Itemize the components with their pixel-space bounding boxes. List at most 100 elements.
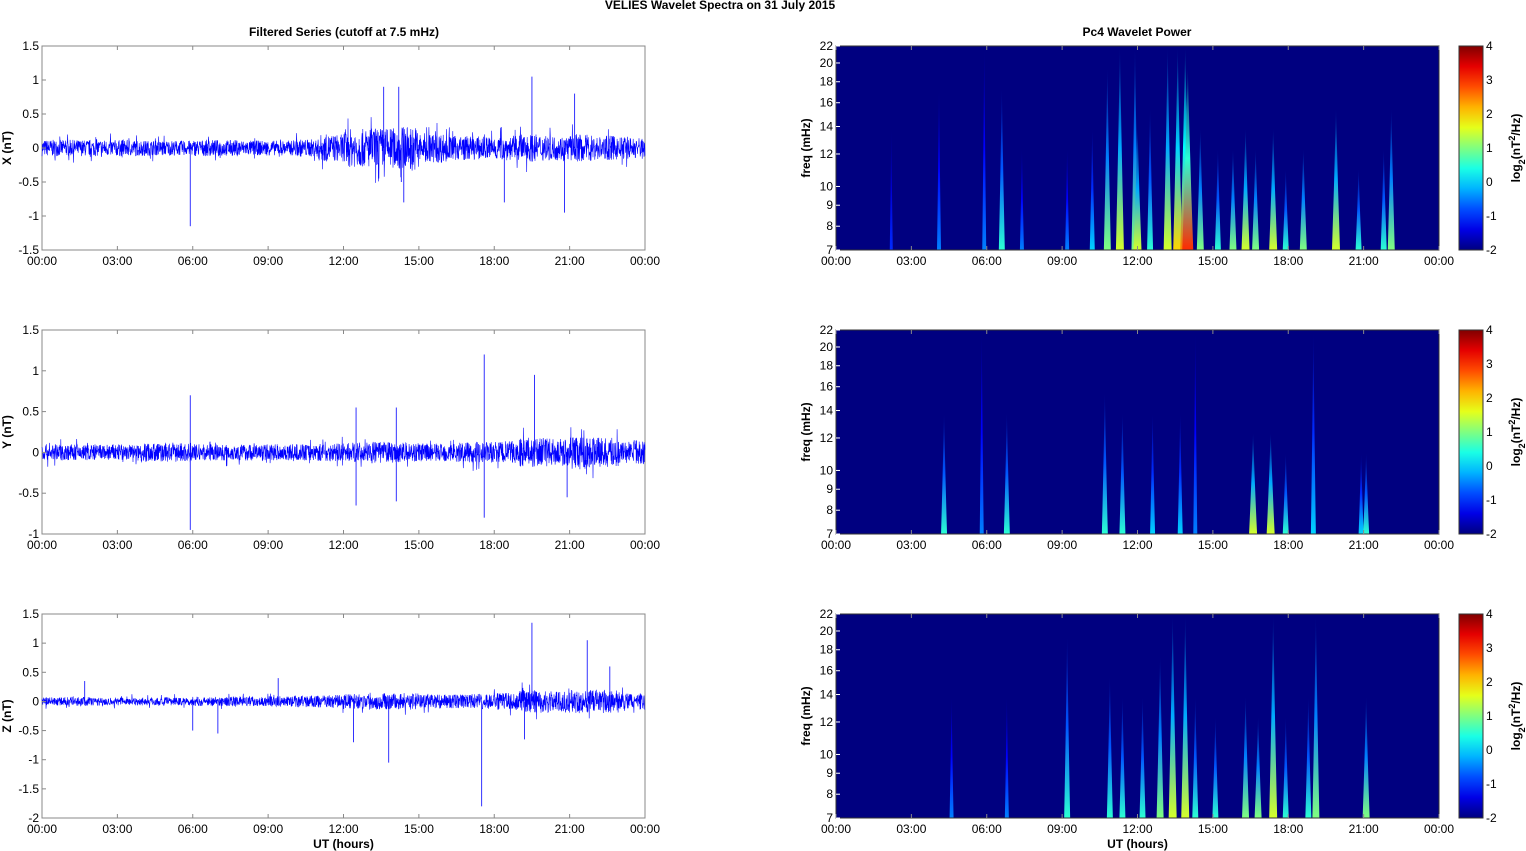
timeseries-panel-X: -1.5-1-0.500.511.5X (nT): [0, 39, 646, 257]
y-tick-label: -1.5: [18, 782, 39, 796]
colorbar-Y: -2 -1 0 1 2 3 4 log2(nT2/Hz): [1458, 323, 1526, 541]
x-tick-label: 09:00: [1047, 822, 1077, 836]
x-tick-label: 09:00: [1047, 254, 1077, 268]
colorbar-tick-label: -2: [1486, 527, 1497, 541]
x-tick-label: 21:00: [555, 538, 585, 552]
freq-tick-label: 20: [820, 624, 834, 638]
x-tick-label: 18:00: [479, 538, 509, 552]
spectrogram-background: [836, 330, 1439, 534]
colorbar-tick-label: -2: [1486, 811, 1497, 825]
x-tick-label: 00:00: [27, 822, 57, 836]
wavelet-panel-Z: 78910121416182022freq (mHz): [799, 607, 1440, 825]
x-tick-label: 18:00: [479, 822, 509, 836]
y-tick-label: 1.5: [22, 607, 39, 621]
colorbar-tick-label: 2: [1486, 675, 1493, 689]
y-tick-label: 0.5: [22, 665, 39, 679]
x-tick-label: 21:00: [1349, 538, 1379, 552]
x-tick-label: 00:00: [630, 822, 660, 836]
colorbar-tick-label: 1: [1486, 709, 1493, 723]
colorbar-tick-label: 1: [1486, 141, 1493, 155]
x-tick-label: 12:00: [1122, 538, 1152, 552]
y-tick-label: 1: [32, 636, 39, 650]
x-tick-label: 00:00: [821, 254, 851, 268]
left-column-title: Filtered Series (cutoff at 7.5 mHz): [249, 25, 439, 39]
colorbar-tick-label: -1: [1486, 209, 1497, 223]
freq-tick-label: 10: [820, 747, 834, 761]
x-tick-label: 03:00: [102, 538, 132, 552]
freq-tick-label: 14: [820, 688, 834, 702]
figure: VELIES Wavelet Spectra on 31 July 2015 F…: [0, 0, 1526, 851]
y-tick-label: -0.5: [18, 175, 39, 189]
x-tick-label: 18:00: [1273, 254, 1303, 268]
colorbar-scale: [1458, 329, 1484, 535]
freq-tick-label: 22: [820, 323, 834, 337]
y-tick-label: 0: [32, 694, 39, 708]
y-tick-label: 1: [32, 73, 39, 87]
colorbar-tick-label: 1: [1486, 425, 1493, 439]
wavelet-panel-X: 78910121416182022freq (mHz): [799, 39, 1440, 257]
y-tick-label: 1.5: [22, 39, 39, 53]
colorbar-tick-label: 0: [1486, 743, 1493, 757]
x-tick-label: 06:00: [178, 822, 208, 836]
x-tick-label: 00:00: [821, 822, 851, 836]
y-tick-label: 0.5: [22, 107, 39, 121]
freq-axis-label: freq (mHz): [799, 686, 813, 745]
freq-tick-label: 8: [826, 503, 833, 517]
x-tick-label: 09:00: [253, 538, 283, 552]
plot-area: [41, 613, 646, 819]
x-tick-label: 00:00: [27, 538, 57, 552]
colorbar-tick-label: 4: [1486, 607, 1493, 621]
x-tick-label: 00:00: [821, 538, 851, 552]
freq-tick-label: 9: [826, 482, 833, 496]
freq-tick-label: 10: [820, 463, 834, 477]
x-tick-label: 15:00: [404, 822, 434, 836]
freq-tick-label: 20: [820, 340, 834, 354]
plot-area: [41, 329, 646, 535]
freq-tick-label: 16: [820, 380, 834, 394]
freq-tick-label: 9: [826, 766, 833, 780]
timeseries-panel-Y: -1-0.500.511.5Y (nT): [0, 323, 646, 541]
x-tick-label: 06:00: [178, 254, 208, 268]
colorbar-tick-label: 4: [1486, 39, 1493, 53]
freq-axis-label: freq (mHz): [799, 402, 813, 461]
colorbar-tick-label: -1: [1486, 493, 1497, 507]
freq-tick-label: 12: [820, 147, 834, 161]
x-tick-label: 12:00: [1122, 822, 1152, 836]
x-axis-label: UT (hours): [1107, 837, 1168, 851]
colorbar-tick-label: 4: [1486, 323, 1493, 337]
colorbar-tick-label: -2: [1486, 243, 1497, 257]
colorbar-tick-label: 3: [1486, 73, 1493, 87]
x-tick-label: 15:00: [1198, 538, 1228, 552]
freq-tick-label: 9: [826, 198, 833, 212]
x-tick-label: 12:00: [328, 822, 358, 836]
x-tick-label: 00:00: [27, 254, 57, 268]
x-tick-label: 09:00: [253, 254, 283, 268]
x-tick-label: 09:00: [253, 822, 283, 836]
y-tick-label: 1.5: [22, 323, 39, 337]
x-tick-label: 12:00: [1122, 254, 1152, 268]
freq-tick-label: 10: [820, 179, 834, 193]
y-tick-label: 0.5: [22, 405, 39, 419]
freq-tick-label: 12: [820, 715, 834, 729]
figure-title: VELIES Wavelet Spectra on 31 July 2015: [605, 0, 836, 12]
y-tick-label: 0: [32, 141, 39, 155]
freq-tick-label: 8: [826, 219, 833, 233]
freq-tick-label: 12: [820, 431, 834, 445]
colorbar-label: log2(nT2/Hz): [1507, 114, 1526, 183]
x-tick-label: 21:00: [555, 254, 585, 268]
colorbar-tick-label: 0: [1486, 459, 1493, 473]
y-tick-label: -0.5: [18, 724, 39, 738]
x-tick-label: 18:00: [1273, 538, 1303, 552]
freq-tick-label: 16: [820, 96, 834, 110]
y-tick-label: -1: [28, 753, 39, 767]
x-tick-label: 03:00: [896, 538, 926, 552]
x-tick-label: 03:00: [102, 254, 132, 268]
freq-tick-label: 16: [820, 664, 834, 678]
timeseries-panel-Z: -2-1.5-1-0.500.511.5Z (nT): [0, 607, 646, 825]
colorbar-X: -2 -1 0 1 2 3 4 log2(nT2/Hz): [1458, 39, 1526, 257]
freq-tick-label: 18: [820, 359, 834, 373]
colorbar-tick-label: 2: [1486, 107, 1493, 121]
freq-tick-label: 20: [820, 56, 834, 70]
x-tick-label: 03:00: [896, 822, 926, 836]
y-tick-label: -1: [28, 209, 39, 223]
